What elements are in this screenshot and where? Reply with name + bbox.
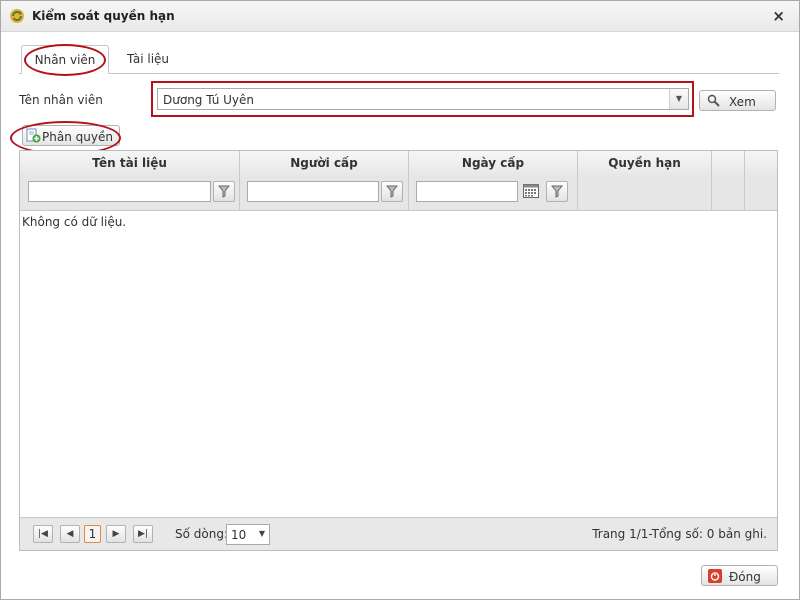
column-header-extra-1	[712, 151, 745, 176]
column-header-grant-date[interactable]: Ngày cấp	[409, 151, 578, 176]
close-button-label: Đóng	[729, 570, 761, 584]
document-name-filter-input[interactable]	[28, 181, 211, 202]
filter-funnel-icon[interactable]	[213, 181, 235, 202]
employee-select[interactable]: Dương Tú Uyên ▼	[157, 88, 689, 110]
current-page-button[interactable]: 1	[84, 525, 101, 543]
empty-message: Không có dữ liệu.	[22, 215, 127, 229]
grid-pager: |◀ ◀ 1 ▶ ▶| Số dòng: 10 ▼ Trang 1/1-Tổng…	[20, 517, 777, 550]
first-page-icon[interactable]: |◀	[33, 525, 53, 543]
grid-filter-row	[20, 176, 777, 211]
filter-cell-grantor	[240, 176, 409, 210]
rows-per-page-select[interactable]: 10 ▼	[226, 524, 270, 545]
grid-header: Tên tài liệu Người cấp Ngày cấp Quyền hạ…	[20, 151, 777, 177]
grantor-filter-input[interactable]	[247, 181, 379, 202]
permission-dialog: Kiểm soát quyền hạn × Nhân viên Tài liệu…	[0, 0, 800, 600]
rows-per-page-value: 10	[231, 528, 247, 542]
last-page-icon[interactable]: ▶|	[133, 525, 153, 543]
title-bar: Kiểm soát quyền hạn ×	[1, 1, 799, 32]
refresh-gear-icon	[10, 9, 24, 23]
search-icon	[707, 94, 720, 107]
chevron-down-icon[interactable]: ▼	[669, 89, 688, 109]
next-page-icon[interactable]: ▶	[106, 525, 126, 543]
filter-cell-extra-2	[745, 176, 777, 210]
grant-date-filter-input[interactable]	[416, 181, 518, 202]
assign-permission-button[interactable]: Phân quyền	[22, 125, 120, 146]
permissions-grid: Tên tài liệu Người cấp Ngày cấp Quyền hạ…	[19, 150, 778, 551]
column-header-document-name[interactable]: Tên tài liệu	[20, 151, 240, 176]
power-icon	[708, 569, 722, 583]
rows-per-page-label: Số dòng:	[175, 527, 228, 541]
tab-strip: Nhân viên Tài liệu	[19, 45, 779, 74]
view-button[interactable]: Xem	[699, 90, 776, 111]
employee-select-value: Dương Tú Uyên	[163, 93, 255, 107]
close-icon[interactable]: ×	[772, 7, 785, 25]
pager-info: Trang 1/1-Tổng số: 0 bản ghi.	[592, 527, 767, 541]
column-header-grantor[interactable]: Người cấp	[240, 151, 409, 176]
close-button[interactable]: Đóng	[701, 565, 778, 586]
dialog-title: Kiểm soát quyền hạn	[32, 9, 175, 23]
assign-permission-label: Phân quyền	[42, 130, 113, 144]
chevron-down-icon: ▼	[258, 529, 265, 538]
filter-cell-permission	[578, 176, 712, 210]
prev-page-icon[interactable]: ◀	[60, 525, 80, 543]
filter-funnel-icon[interactable]	[546, 181, 568, 202]
filter-cell-grant-date	[409, 176, 578, 210]
calendar-icon[interactable]	[523, 184, 539, 198]
document-add-icon	[26, 128, 41, 143]
employee-name-label: Tên nhân viên	[19, 93, 103, 107]
view-button-label: Xem	[729, 95, 756, 109]
column-header-extra-2	[745, 151, 777, 176]
filter-cell-document-name	[20, 176, 240, 210]
tab-documents[interactable]: Tài liệu	[115, 45, 181, 72]
filter-cell-extra-1	[712, 176, 745, 210]
filter-funnel-icon[interactable]	[381, 181, 403, 202]
column-header-permission[interactable]: Quyền hạn	[578, 151, 712, 176]
tab-employee[interactable]: Nhân viên	[21, 45, 109, 74]
